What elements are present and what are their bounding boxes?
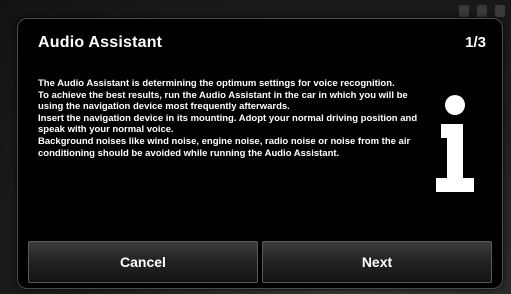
button-bar: Cancel Next (28, 241, 492, 283)
signal-icon (477, 5, 487, 17)
dialog-title: Audio Assistant (38, 34, 163, 51)
page-counter: 1/3 (465, 34, 486, 51)
message-paragraph: The Audio Assistant is determining the o… (38, 78, 395, 89)
dialog-message: The Audio Assistant is determining the o… (38, 78, 428, 159)
message-paragraph: To achieve the best results, run the Aud… (38, 89, 408, 113)
battery-icon (459, 5, 469, 17)
message-paragraph: Insert the navigation device in its moun… (38, 112, 418, 136)
message-paragraph: Background noises like wind noise, engin… (38, 135, 411, 159)
next-button[interactable]: Next (262, 241, 492, 283)
info-icon (436, 95, 474, 192)
cancel-button[interactable]: Cancel (28, 241, 258, 283)
gps-icon (495, 5, 505, 17)
audio-assistant-dialog: Audio Assistant 1/3 The Audio Assistant … (17, 18, 503, 289)
